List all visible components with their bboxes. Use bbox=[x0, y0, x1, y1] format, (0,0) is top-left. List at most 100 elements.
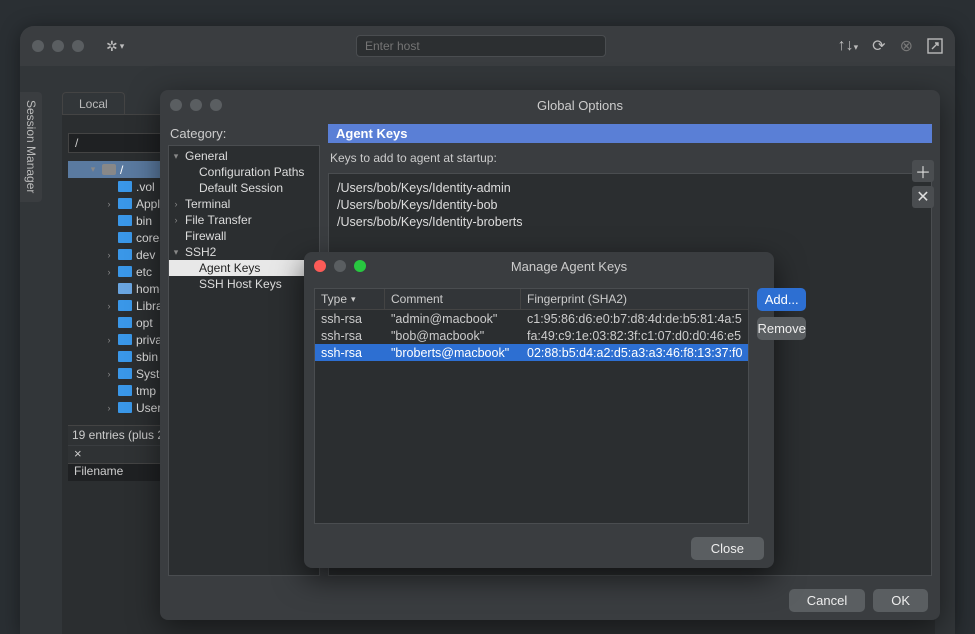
folder-icon bbox=[118, 317, 132, 328]
folder-icon bbox=[118, 402, 132, 413]
chevron-right-icon: › bbox=[104, 250, 114, 260]
list-item[interactable]: /Users/bob/Keys/Identity-broberts bbox=[337, 214, 923, 231]
cell-type: ssh-rsa bbox=[315, 329, 385, 343]
category-item-ssh-host-keys[interactable]: SSH Host Keys bbox=[169, 276, 319, 292]
gear-icon: ✲ bbox=[106, 38, 118, 55]
minimize-icon[interactable] bbox=[334, 260, 346, 272]
category-item-terminal[interactable]: ›Terminal bbox=[169, 196, 319, 212]
zoom-icon[interactable] bbox=[72, 40, 84, 52]
folder-icon bbox=[118, 215, 132, 226]
folder-icon bbox=[118, 181, 132, 192]
minimize-icon[interactable] bbox=[52, 40, 64, 52]
sort-icon[interactable]: ↑↓▾ bbox=[838, 37, 859, 55]
folder-icon bbox=[118, 198, 132, 209]
category-tree[interactable]: ▾General Configuration Paths Default Ses… bbox=[168, 145, 320, 576]
zoom-icon[interactable] bbox=[354, 260, 366, 272]
cell-fingerprint: c1:95:86:d6:e0:b7:d8:4d:de:b5:81:4a:5 bbox=[521, 312, 748, 326]
host-input[interactable] bbox=[356, 35, 606, 57]
manage-agent-keys-window: Manage Agent Keys Type ▾ Comment Fingerpr… bbox=[304, 252, 774, 568]
cell-fingerprint: fa:49:c9:1e:03:82:3f:c1:07:d0:d0:46:e5 bbox=[521, 329, 748, 343]
cell-fingerprint: 02:88:b5:d4:a2:d5:a3:a3:46:f8:13:37:f0 bbox=[521, 346, 748, 360]
list-item[interactable]: /Users/bob/Keys/Identity-bob bbox=[337, 197, 923, 214]
folder-icon bbox=[118, 232, 132, 243]
category-label-text: General bbox=[183, 149, 228, 163]
add-key-button[interactable]: ＋ bbox=[912, 160, 934, 182]
titlebar: ✲ ▾ ↑↓▾ ⟳ ⊗ bbox=[20, 26, 955, 66]
table-row[interactable]: ssh-rsa "broberts@macbook" 02:88:b5:d4:a… bbox=[315, 344, 748, 361]
zoom-icon[interactable] bbox=[210, 99, 222, 111]
expand-icon[interactable] bbox=[927, 38, 943, 54]
category-label-text: Configuration Paths bbox=[183, 165, 304, 179]
category-item-file-transfer[interactable]: ›File Transfer bbox=[169, 212, 319, 228]
close-icon[interactable] bbox=[314, 260, 326, 272]
cancel-button[interactable]: Cancel bbox=[789, 589, 865, 612]
folder-icon bbox=[118, 368, 132, 379]
add-button[interactable]: Add... bbox=[757, 288, 805, 311]
window-controls[interactable] bbox=[314, 260, 366, 272]
cell-type: ssh-rsa bbox=[315, 346, 385, 360]
chevron-right-icon: › bbox=[104, 335, 114, 345]
agent-keys-table[interactable]: Type ▾ Comment Fingerprint (SHA2) ssh-rsa… bbox=[314, 288, 749, 524]
manage-keys-titlebar: Manage Agent Keys bbox=[304, 252, 774, 280]
folder-icon bbox=[118, 300, 132, 311]
category-item-general[interactable]: ▾General bbox=[169, 148, 319, 164]
category-item-firewall[interactable]: Firewall bbox=[169, 228, 319, 244]
window-controls[interactable] bbox=[32, 40, 84, 52]
window-title: Global Options bbox=[230, 98, 930, 113]
category-label-text: Agent Keys bbox=[183, 261, 260, 275]
chevron-right-icon: › bbox=[104, 403, 114, 413]
folder-icon bbox=[118, 385, 132, 396]
list-item[interactable]: /Users/bob/Keys/Identity-admin bbox=[337, 180, 923, 197]
keys-label: Keys to add to agent at startup: bbox=[328, 149, 932, 167]
category-label-text: Firewall bbox=[183, 229, 226, 243]
chevron-right-icon: › bbox=[104, 199, 114, 209]
toolbar-right: ↑↓▾ ⟳ ⊗ bbox=[838, 36, 943, 56]
remove-button[interactable]: Remove bbox=[757, 317, 805, 340]
close-icon[interactable] bbox=[170, 99, 182, 111]
category-item-config-paths[interactable]: Configuration Paths bbox=[169, 164, 319, 180]
folder-icon bbox=[118, 351, 132, 362]
category-item-ssh2[interactable]: ▾SSH2 bbox=[169, 244, 319, 260]
close-button[interactable]: Close bbox=[691, 537, 764, 560]
category-label-text: Default Session bbox=[183, 181, 283, 195]
table-row[interactable]: ssh-rsa "bob@macbook" fa:49:c9:1e:03:82:… bbox=[315, 327, 748, 344]
session-manager-tab[interactable]: Session Manager bbox=[20, 92, 42, 202]
column-header-type[interactable]: Type ▾ bbox=[315, 289, 385, 309]
window-title: Manage Agent Keys bbox=[374, 259, 764, 274]
category-label-text: File Transfer bbox=[183, 213, 252, 227]
category-label-text: Terminal bbox=[183, 197, 230, 211]
category-item-agent-keys[interactable]: Agent Keys bbox=[169, 260, 319, 276]
chevron-right-icon: › bbox=[104, 369, 114, 379]
column-header-comment[interactable]: Comment bbox=[385, 289, 521, 309]
global-options-titlebar: Global Options bbox=[160, 90, 940, 120]
header-text: Type bbox=[321, 292, 347, 306]
stop-icon[interactable]: ⊗ bbox=[900, 36, 913, 56]
minimize-icon[interactable] bbox=[190, 99, 202, 111]
table-row[interactable]: ssh-rsa "admin@macbook" c1:95:86:d6:e0:b… bbox=[315, 310, 748, 327]
cell-comment: "broberts@macbook" bbox=[385, 346, 521, 360]
chevron-down-icon: ▾ bbox=[351, 294, 356, 305]
x-icon: ✕ bbox=[916, 187, 929, 207]
close-icon[interactable] bbox=[32, 40, 44, 52]
window-controls[interactable] bbox=[170, 99, 222, 111]
refresh-icon[interactable]: ⟳ bbox=[872, 36, 885, 56]
table-header: Type ▾ Comment Fingerprint (SHA2) bbox=[315, 289, 748, 310]
remove-key-button[interactable]: ✕ bbox=[912, 186, 934, 208]
plus-icon: ＋ bbox=[915, 159, 931, 183]
chevron-down-icon: ▾ bbox=[88, 164, 98, 175]
folder-icon bbox=[118, 334, 132, 345]
tab-local[interactable]: Local bbox=[62, 92, 125, 114]
cell-comment: "admin@macbook" bbox=[385, 312, 521, 326]
category-label: Category: bbox=[168, 124, 320, 145]
folder-icon bbox=[118, 249, 132, 260]
settings-menu-button[interactable]: ✲ ▾ bbox=[106, 38, 124, 55]
folder-icon bbox=[118, 266, 132, 277]
chevron-right-icon: › bbox=[104, 267, 114, 277]
disk-icon bbox=[102, 164, 116, 175]
category-item-default-session[interactable]: Default Session bbox=[169, 180, 319, 196]
chevron-right-icon: › bbox=[104, 301, 114, 311]
category-label-text: SSH Host Keys bbox=[183, 277, 282, 291]
ok-button[interactable]: OK bbox=[873, 589, 928, 612]
section-header: Agent Keys bbox=[328, 124, 932, 143]
column-header-fingerprint[interactable]: Fingerprint (SHA2) bbox=[521, 289, 748, 309]
